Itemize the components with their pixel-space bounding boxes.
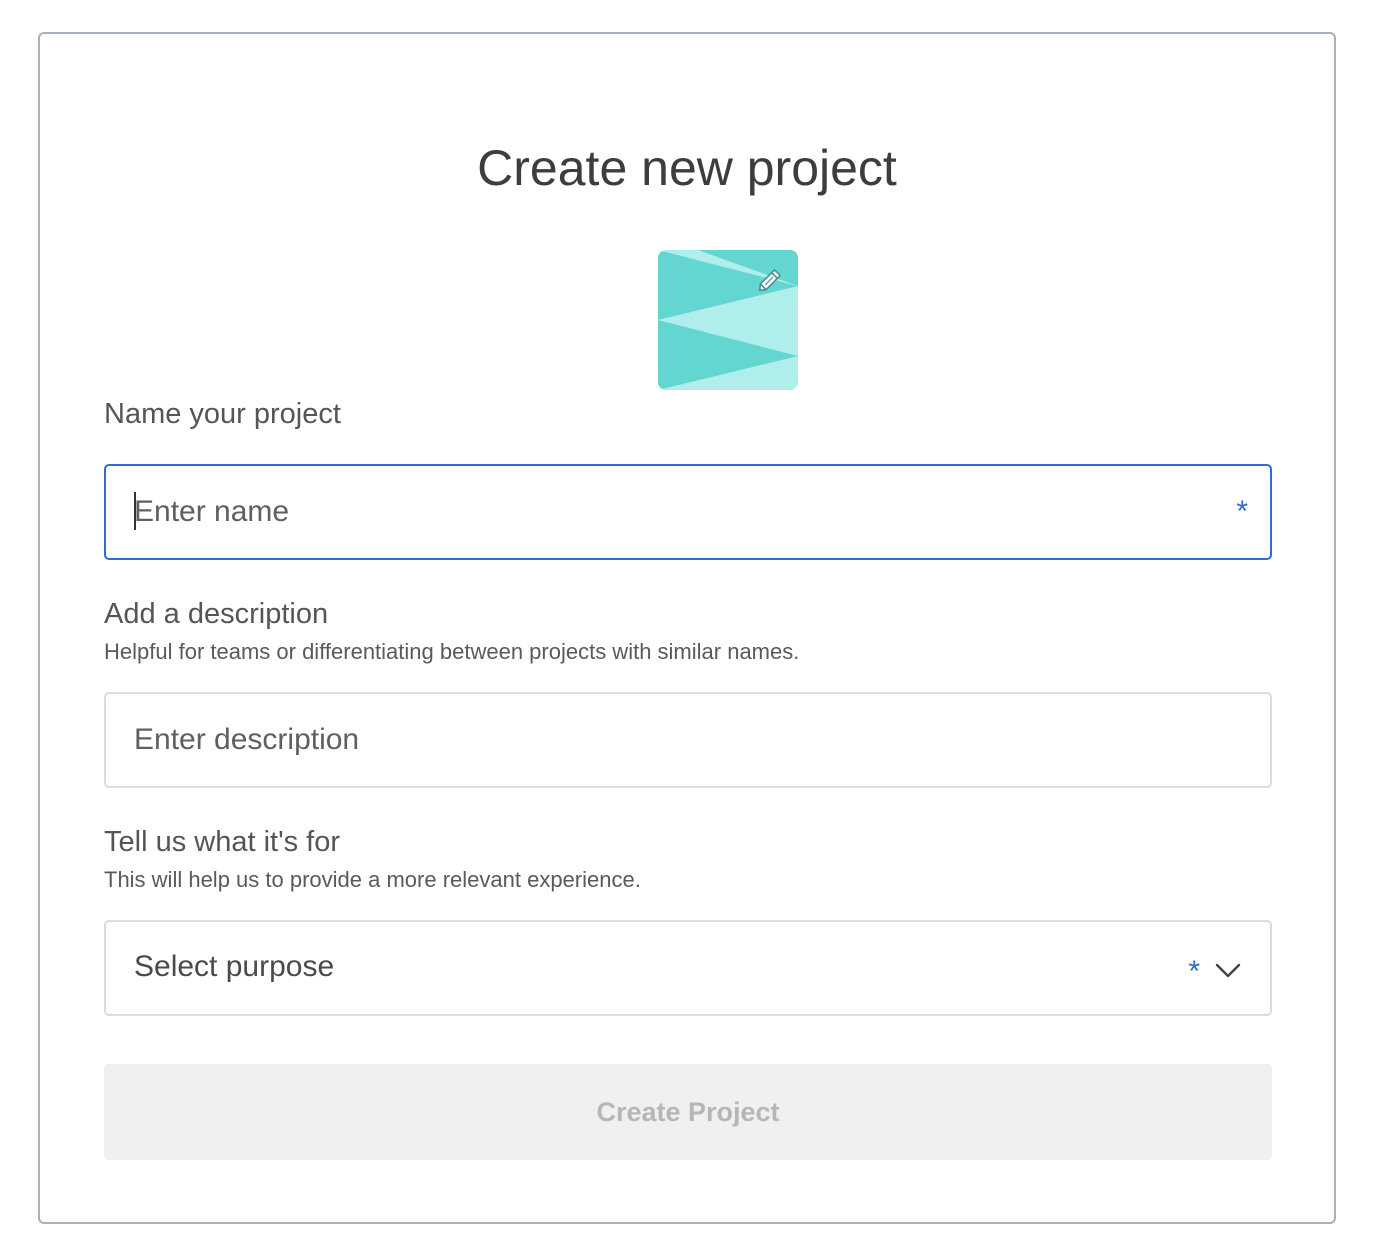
purpose-label: Tell us what it's for (104, 826, 341, 858)
description-helper: Helpful for teams or differentiating bet… (104, 639, 800, 664)
purpose-helper: This will help us to provide a more rele… (104, 867, 641, 892)
name-label: Name your project (104, 398, 341, 430)
create-project-button[interactable]: Create Project (104, 1064, 1272, 1160)
project-thumbnail[interactable] (658, 250, 798, 390)
required-marker: * (1236, 495, 1248, 528)
purpose-select[interactable]: Select purpose * (104, 920, 1272, 1016)
name-input[interactable] (134, 466, 1174, 558)
pencil-icon[interactable] (754, 262, 788, 296)
description-input[interactable] (134, 694, 1174, 786)
page-title: Create new project (477, 140, 897, 196)
description-label: Add a description (104, 598, 329, 630)
text-caret (134, 492, 136, 530)
description-field[interactable] (104, 692, 1272, 788)
chevron-down-icon[interactable] (1214, 956, 1242, 984)
name-field[interactable]: * (104, 464, 1272, 560)
purpose-select-value: Select purpose (134, 950, 335, 983)
required-marker: * (1188, 955, 1200, 988)
